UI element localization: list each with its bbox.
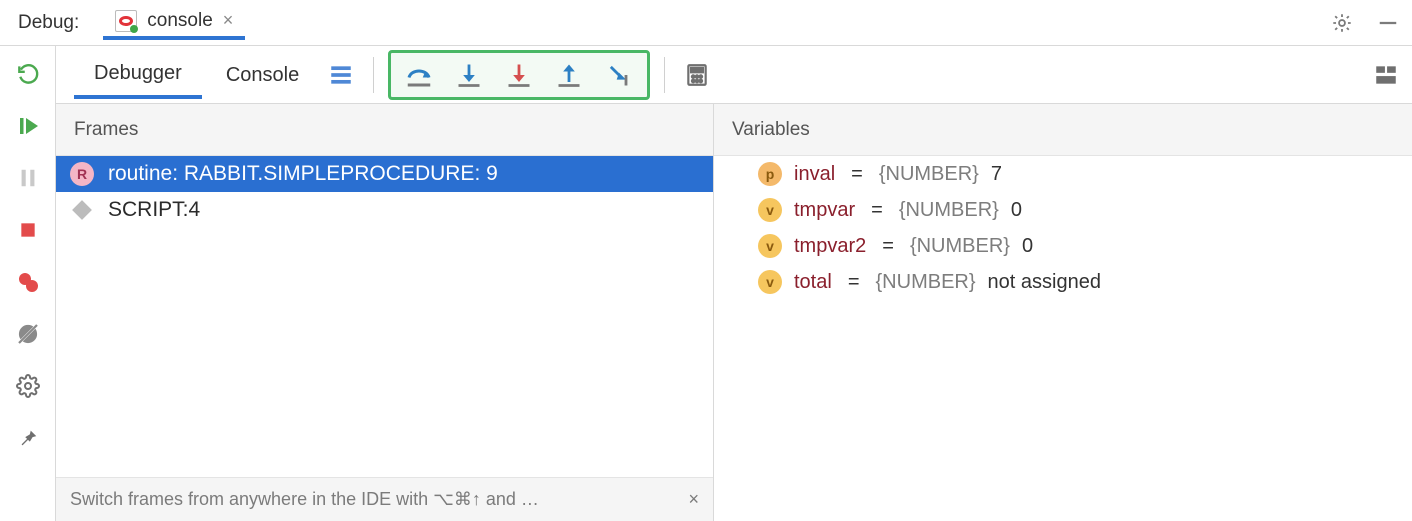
- variable-name: total: [794, 271, 832, 294]
- variables-list[interactable]: p inval = {NUMBER} 7 v tmpvar = {NUMBER}…: [714, 156, 1412, 521]
- variable-type: {NUMBER}: [876, 271, 976, 294]
- tab-console[interactable]: Console: [206, 52, 319, 97]
- step-over-icon[interactable]: [401, 57, 437, 93]
- variable-value: 0: [1022, 235, 1033, 258]
- equals: =: [844, 271, 864, 294]
- param-badge-icon: p: [758, 162, 782, 186]
- frames-hint-text: Switch frames from anywhere in the IDE w…: [70, 489, 539, 510]
- minimize-icon[interactable]: [1374, 9, 1402, 37]
- variable-name: tmpvar: [794, 199, 855, 222]
- tool-window-title: Debug:: [10, 12, 87, 34]
- pin-icon[interactable]: [14, 424, 42, 452]
- variable-row[interactable]: v tmpvar = {NUMBER} 0: [714, 192, 1412, 228]
- separator: [373, 57, 374, 93]
- oracle-icon: [115, 10, 137, 32]
- frames-list[interactable]: R routine: RABBIT.SIMPLEPROCEDURE: 9 SCR…: [56, 156, 713, 477]
- pause-icon[interactable]: [14, 164, 42, 192]
- force-step-into-icon[interactable]: [501, 57, 537, 93]
- step-actions-group: [388, 50, 650, 100]
- session-tab-label: console: [147, 10, 213, 32]
- variable-type: {NUMBER}: [899, 199, 999, 222]
- mute-breakpoints-icon[interactable]: [14, 320, 42, 348]
- stop-icon[interactable]: [14, 216, 42, 244]
- resume-icon[interactable]: [14, 112, 42, 140]
- variable-row[interactable]: v tmpvar2 = {NUMBER} 0: [714, 228, 1412, 264]
- panel-variables-header: Variables: [714, 104, 1412, 156]
- debug-toolbar: Debugger Console: [56, 46, 1412, 104]
- variable-value: not assigned: [988, 271, 1101, 294]
- debug-tool-window: Debug: console ×: [0, 0, 1412, 521]
- equals: =: [878, 235, 898, 258]
- variable-name: inval: [794, 163, 835, 186]
- view-breakpoints-icon[interactable]: [14, 268, 42, 296]
- variable-name: tmpvar2: [794, 235, 866, 258]
- var-badge-icon: v: [758, 234, 782, 258]
- gutter-toolbar: [0, 46, 56, 521]
- run-to-cursor-icon[interactable]: [601, 57, 637, 93]
- panel-variables: Variables p inval = {NUMBER} 7 v tmpvar: [714, 104, 1412, 521]
- variable-value: 0: [1011, 199, 1022, 222]
- routine-badge-icon: R: [70, 162, 94, 186]
- close-tab-icon[interactable]: ×: [223, 10, 234, 31]
- step-out-icon[interactable]: [551, 57, 587, 93]
- frame-row[interactable]: SCRIPT:4: [56, 192, 713, 228]
- var-badge-icon: v: [758, 198, 782, 222]
- variable-row[interactable]: p inval = {NUMBER} 7: [714, 156, 1412, 192]
- variable-row[interactable]: v total = {NUMBER} not assigned: [714, 264, 1412, 300]
- var-badge-icon: v: [758, 270, 782, 294]
- frame-label: routine: RABBIT.SIMPLEPROCEDURE: 9: [108, 162, 498, 186]
- tool-window-titlebar: Debug: console ×: [0, 0, 1412, 46]
- debug-main: Debugger Console: [56, 46, 1412, 521]
- threads-icon[interactable]: [323, 57, 359, 93]
- variable-type: {NUMBER}: [879, 163, 979, 186]
- panel-frames-header: Frames: [56, 104, 713, 156]
- variable-value: 7: [991, 163, 1002, 186]
- panel-frames: Frames R routine: RABBIT.SIMPLEPROCEDURE…: [56, 104, 714, 521]
- separator: [664, 57, 665, 93]
- step-into-icon[interactable]: [451, 57, 487, 93]
- frame-row[interactable]: R routine: RABBIT.SIMPLEPROCEDURE: 9: [56, 156, 713, 192]
- frames-hint-bar: Switch frames from anywhere in the IDE w…: [56, 477, 713, 521]
- close-hint-icon[interactable]: ×: [688, 489, 699, 510]
- script-badge-icon: [70, 198, 94, 222]
- rerun-icon[interactable]: [14, 60, 42, 88]
- session-tab-console[interactable]: console ×: [103, 6, 245, 40]
- frame-label: SCRIPT:4: [108, 198, 200, 222]
- equals: =: [847, 163, 867, 186]
- evaluate-expression-icon[interactable]: [679, 57, 715, 93]
- variable-type: {NUMBER}: [910, 235, 1010, 258]
- gear-icon[interactable]: [1328, 9, 1356, 37]
- settings-icon[interactable]: [14, 372, 42, 400]
- equals: =: [867, 199, 887, 222]
- layout-settings-icon[interactable]: [1368, 57, 1404, 93]
- tab-debugger[interactable]: Debugger: [74, 50, 202, 99]
